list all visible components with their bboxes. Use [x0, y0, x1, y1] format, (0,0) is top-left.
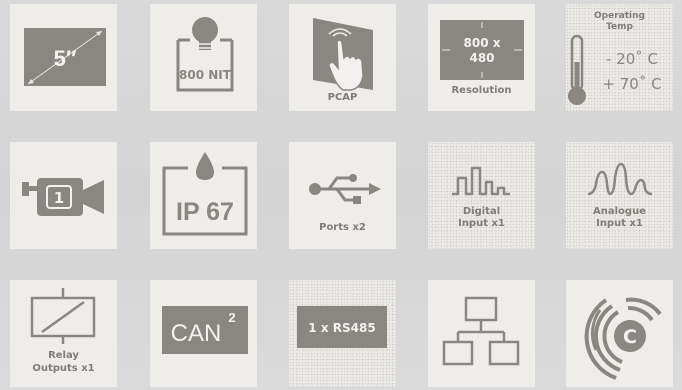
usb-tile: Ports x2 — [289, 142, 396, 249]
digital-label-line2: Input x1 — [458, 218, 505, 229]
can-text: CAN — [171, 320, 222, 347]
screen-size-text: 5″ — [54, 46, 77, 71]
relay-tile: Relay Outputs x1 — [10, 280, 117, 387]
camera-tile: 1 — [10, 142, 117, 249]
analogue-label-line2: Input x1 — [596, 218, 643, 229]
video-camera-icon: 1 — [22, 178, 104, 216]
thermometer-icon: - 20˚ C + 70˚ C — [568, 34, 662, 105]
can-bus-icon: CAN 2 — [162, 306, 248, 354]
rs485-text: 1 x RS485 — [308, 321, 375, 335]
analogue-input-tile: Analogue Input x1 — [566, 142, 673, 249]
ingress-tile: IP 67 — [150, 142, 257, 249]
ingress-text: IP 67 — [176, 198, 234, 226]
digital-input-tile: Digital Input x1 — [428, 142, 535, 249]
lightbulb-icon: 800 NIT — [176, 17, 234, 92]
touch-tile: PCAP — [289, 4, 396, 111]
temp-low: - 20˚ C — [606, 50, 658, 68]
brightness-text: 800 NIT — [179, 68, 232, 82]
resolution-line2: 480 — [469, 51, 494, 65]
screen-size-tile: 5″ — [10, 4, 117, 111]
brightness-tile: 800 NIT — [150, 4, 257, 111]
temp-high: + 70˚ C — [602, 75, 661, 93]
can-tile: CAN 2 — [150, 280, 257, 387]
certification-tile: C — [566, 280, 673, 387]
usb-label: Ports x2 — [319, 222, 366, 233]
touch-label: PCAP — [327, 92, 358, 103]
water-drop-icon: IP 67 — [162, 152, 248, 236]
rs485-tile: 1 x RS485 — [289, 280, 396, 387]
analogue-signal-icon — [587, 162, 653, 196]
analogue-label-line1: Analogue — [593, 206, 646, 217]
digital-label-line1: Digital — [462, 206, 501, 217]
network-tile — [428, 280, 535, 387]
operating-temp-tile: Operating Temp - 20˚ C + 70˚ C — [566, 4, 673, 111]
network-icon — [442, 296, 520, 366]
resolution-tile: 800 x 480 Resolution — [428, 4, 535, 111]
digital-signal-icon — [452, 166, 510, 196]
relay-label-line2: Outputs x1 — [32, 363, 95, 374]
resolution-label: Resolution — [451, 85, 512, 96]
certification-badge-icon: C — [584, 297, 662, 380]
can-superscript: 2 — [228, 310, 235, 325]
rs485-icon: 1 x RS485 — [297, 306, 387, 348]
screen-size-icon: 5″ — [24, 28, 106, 86]
relay-label-line1: Relay — [48, 350, 79, 361]
certification-letter: C — [623, 326, 637, 348]
resolution-line1: 800 x — [464, 36, 501, 50]
camera-number: 1 — [54, 189, 64, 207]
